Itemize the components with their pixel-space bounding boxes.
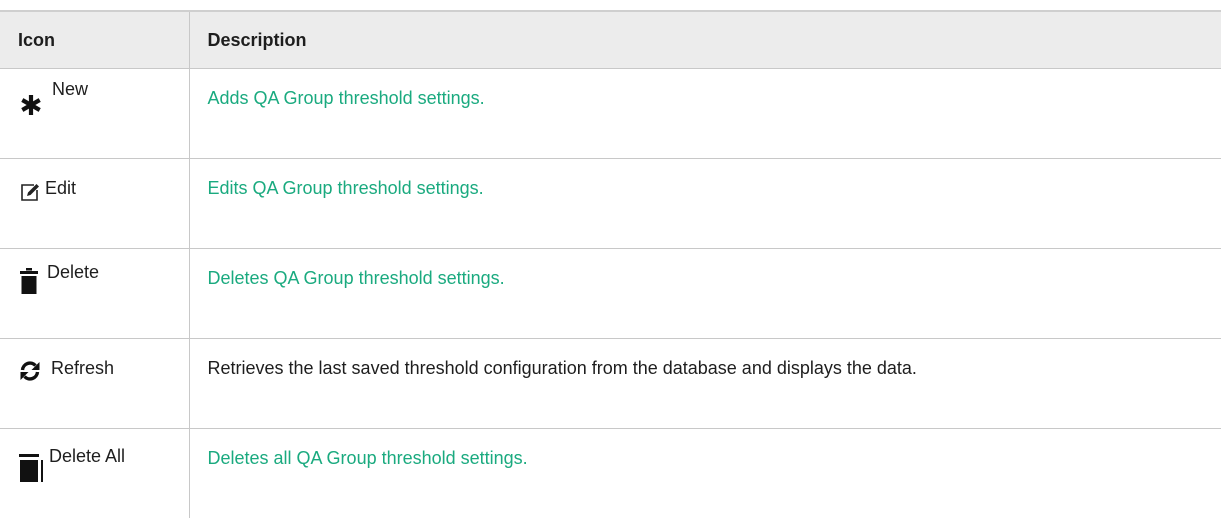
description-cell-refresh: Retrieves the last saved threshold confi… <box>189 339 1221 429</box>
icon-label-new: New <box>52 79 88 100</box>
table-row-delete: Delete Deletes QA Group threshold settin… <box>0 249 1221 339</box>
description-link-delete[interactable]: Deletes QA Group threshold settings. <box>208 268 505 288</box>
description-link-edit[interactable]: Edits QA Group threshold settings. <box>208 178 484 198</box>
table-row-new: New Adds QA Group threshold settings. <box>0 69 1221 159</box>
icon-label-edit: Edit <box>45 178 76 199</box>
edit-icon <box>19 181 41 203</box>
icon-description-table: Icon Description New Adds <box>0 10 1221 518</box>
icon-cell-delete-all: Delete All <box>0 429 189 518</box>
icon-cell-edit: Edit <box>0 159 189 249</box>
description-link-new[interactable]: Adds QA Group threshold settings. <box>208 88 485 108</box>
icon-cell-new: New <box>0 69 189 159</box>
icon-label-delete: Delete <box>47 262 99 283</box>
description-cell-delete-all: Deletes all QA Group threshold settings. <box>189 429 1221 518</box>
description-text-refresh: Retrieves the last saved threshold confi… <box>208 358 917 378</box>
description-cell-new: Adds QA Group threshold settings. <box>189 69 1221 159</box>
trash-icon <box>20 268 38 294</box>
table-row-refresh: Refresh Retrieves the last saved thresho… <box>0 339 1221 429</box>
header-description: Description <box>189 11 1221 69</box>
icon-label-delete-all: Delete All <box>49 446 125 467</box>
icon-label-refresh: Refresh <box>51 358 114 379</box>
description-cell-edit: Edits QA Group threshold settings. <box>189 159 1221 249</box>
table-header-row: Icon Description <box>0 11 1221 69</box>
asterisk-icon <box>20 94 42 116</box>
table-row-edit: Edit Edits QA Group threshold settings. <box>0 159 1221 249</box>
delete-all-icon <box>19 454 43 482</box>
refresh-icon <box>19 360 41 382</box>
header-icon: Icon <box>0 11 189 69</box>
icon-cell-delete: Delete <box>0 249 189 339</box>
description-cell-delete: Deletes QA Group threshold settings. <box>189 249 1221 339</box>
icon-cell-refresh: Refresh <box>0 339 189 429</box>
table-row-delete-all: Delete All Deletes all QA Group threshol… <box>0 429 1221 518</box>
description-link-delete-all[interactable]: Deletes all QA Group threshold settings. <box>208 448 528 468</box>
